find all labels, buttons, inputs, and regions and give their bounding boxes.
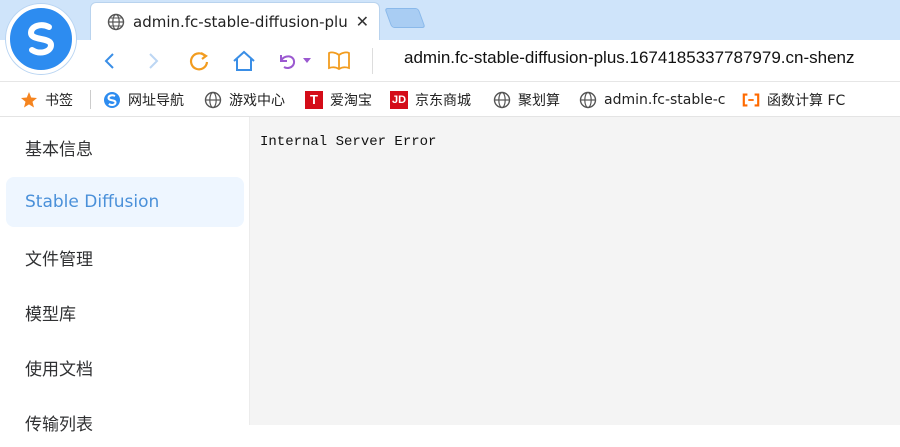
globe-icon xyxy=(204,91,222,109)
sidebar-item-label: 传输列表 xyxy=(25,414,93,435)
home-icon xyxy=(233,50,255,71)
reload-icon xyxy=(189,52,209,71)
sidebar-item-label: 文件管理 xyxy=(25,249,93,270)
globe-icon xyxy=(579,91,597,109)
bookmark-label: 函数计算 FC xyxy=(767,92,846,109)
globe-icon xyxy=(107,13,125,30)
back-button[interactable] xyxy=(95,46,125,76)
forward-arrow-icon xyxy=(149,53,159,69)
address-bar[interactable]: admin.fc-stable-diffusion-plus.167418533… xyxy=(404,48,855,68)
close-icon[interactable]: ✕ xyxy=(356,12,369,32)
bookmark-label: 书签 xyxy=(45,92,73,109)
undo-dropdown-button[interactable] xyxy=(300,46,314,76)
bookmark-item[interactable]: 函数计算 FC xyxy=(742,82,845,117)
main-content-frame: Internal Server Error xyxy=(250,117,900,425)
sidebar-item-label: 模型库 xyxy=(25,304,76,325)
sidebar-item-transfer-list[interactable]: 传输列表 xyxy=(6,397,244,447)
bookmark-item[interactable]: 聚划算 xyxy=(493,82,560,117)
home-button[interactable] xyxy=(229,46,259,76)
sogou-logo-icon xyxy=(27,22,55,56)
sidebar-item-label: 基本信息 xyxy=(25,139,93,160)
browser-tab[interactable]: admin.fc-stable-diffusion-plu ✕ xyxy=(90,2,380,40)
bookmark-label: admin.fc-stable-c xyxy=(604,91,726,108)
forward-button[interactable] xyxy=(138,46,168,76)
browser-toolbar: admin.fc-stable-diffusion-plus.167418533… xyxy=(0,40,900,82)
sidebar-item-label: Stable Diffusion xyxy=(25,192,160,212)
sidebar-item-model-library[interactable]: 模型库 xyxy=(6,287,244,337)
app-sidebar: 基本信息 Stable Diffusion 文件管理 模型库 使用文档 传输列表 xyxy=(0,117,250,435)
back-arrow-icon xyxy=(104,53,114,69)
bookmark-label: 京东商城 xyxy=(415,92,471,109)
bookmarks-divider xyxy=(90,90,91,109)
bookmark-item[interactable]: admin.fc-stable-c xyxy=(579,82,726,117)
error-message: Internal Server Error xyxy=(260,134,437,150)
bookmark-label: 爱淘宝 xyxy=(330,92,372,109)
sogou-icon xyxy=(103,91,121,109)
new-tab-button[interactable] xyxy=(384,8,426,28)
sidebar-item-basic-info[interactable]: 基本信息 xyxy=(6,122,244,172)
sidebar-item-label: 使用文档 xyxy=(25,359,93,380)
chevron-down-icon xyxy=(303,58,311,63)
bookmark-label: 网址导航 xyxy=(128,92,184,109)
undo-icon xyxy=(280,55,296,69)
globe-icon xyxy=(493,91,511,109)
bookmarks-bar: 书签 网址导航 游戏中心 T 爱淘宝 JD 京东商城 聚划算 admin.fc-… xyxy=(0,82,900,117)
jd-icon: JD xyxy=(390,90,408,109)
browser-tab-strip: admin.fc-stable-diffusion-plu ✕ xyxy=(0,0,900,40)
sidebar-item-file-management[interactable]: 文件管理 xyxy=(6,232,244,282)
bookmark-item[interactable]: 书签 xyxy=(20,82,73,117)
aliyun-icon xyxy=(742,91,760,109)
browser-logo[interactable] xyxy=(6,4,76,74)
undo-close-button[interactable] xyxy=(272,46,302,76)
sidebar-item-docs[interactable]: 使用文档 xyxy=(6,342,244,392)
reading-mode-button[interactable] xyxy=(324,46,354,76)
sidebar-item-stable-diffusion[interactable]: Stable Diffusion xyxy=(6,177,244,227)
bookmark-item[interactable]: JD 京东商城 xyxy=(390,82,471,117)
bookmark-label: 聚划算 xyxy=(518,92,560,109)
reload-button[interactable] xyxy=(184,46,214,76)
bookmark-item[interactable]: T 爱淘宝 xyxy=(305,82,372,117)
bookmark-item[interactable]: 游戏中心 xyxy=(204,82,285,117)
bookmark-label: 游戏中心 xyxy=(229,92,285,109)
tmall-icon: T xyxy=(305,90,323,109)
book-icon xyxy=(328,51,350,71)
star-icon xyxy=(20,91,38,109)
toolbar-divider xyxy=(372,48,373,74)
bookmark-item[interactable]: 网址导航 xyxy=(103,82,184,117)
tab-title: admin.fc-stable-diffusion-plu xyxy=(133,12,348,31)
